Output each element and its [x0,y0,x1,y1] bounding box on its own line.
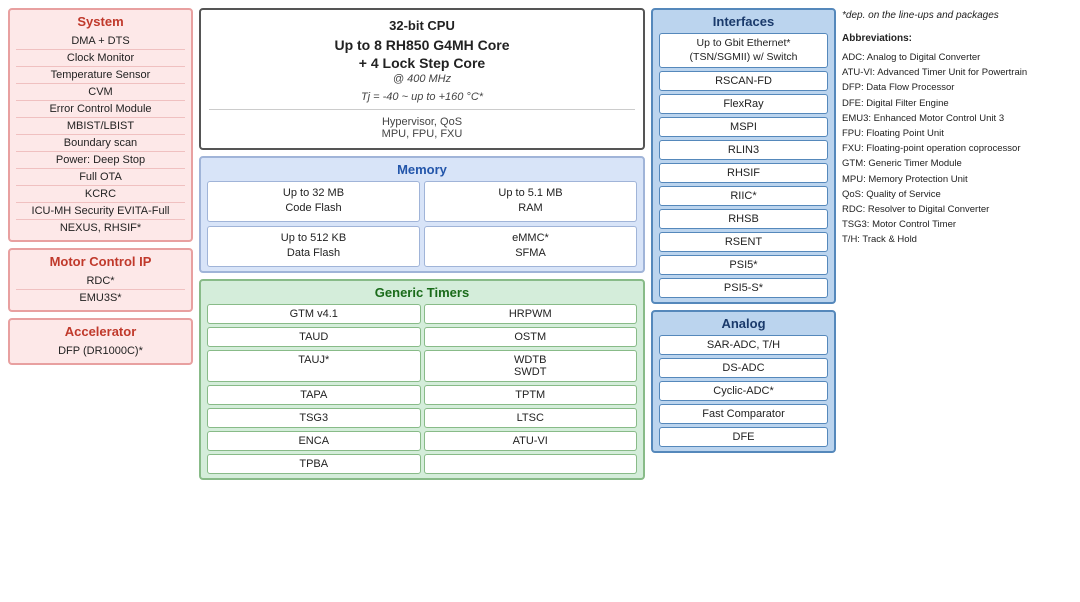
system-item-power: Power: Deep Stop [16,152,185,169]
system-title: System [16,14,185,29]
abbrev-10: RDC: Resolver to Digital Converter [842,202,1072,217]
cpu-sub3: Tj = -40 ~ up to +160 °C* [209,91,635,103]
an-comparator: Fast Comparator [659,404,828,424]
memory-title: Memory [207,162,637,177]
if-riic: RIIC* [659,186,828,206]
accel-item-dfp: DFP (DR1000C)* [16,343,185,359]
notes-column: *dep. on the line-ups and packages Abbre… [842,8,1072,480]
an-cyclic: Cyclic-ADC* [659,381,828,401]
system-item-ecm: Error Control Module [16,101,185,118]
if-mspi: MSPI [659,117,828,137]
if-rhsb: RHSB [659,209,828,229]
notes-dep: *dep. on the line-ups and packages [842,8,1072,23]
cpu-main: Up to 8 RH850 G4MH Core [209,37,635,53]
abbrev-12: T/H: Track & Hold [842,232,1072,247]
analog-box: Analog SAR-ADC, T/H DS-ADC Cyclic-ADC* F… [651,310,836,453]
abbrev-4: EMU3: Enhanced Motor Control Unit 3 [842,111,1072,126]
if-psi5s: PSI5-S* [659,278,828,298]
timers-title: Generic Timers [207,285,637,300]
timer-cell-7: TPTM [424,385,638,405]
if-psi5: PSI5* [659,255,828,275]
timer-cell-4: TAUJ* [207,350,421,382]
interfaces-title: Interfaces [659,14,828,29]
timers-grid: GTM v4.1 HRPWM TAUD OSTM TAUJ* WDTB SWDT… [207,304,637,474]
memory-box: Memory Up to 32 MB Code Flash Up to 5.1 … [199,156,645,273]
system-item-nexus: NEXUS, RHSIF* [16,220,185,236]
cpu-sub1: + 4 Lock Step Core [209,55,635,71]
abbrev-2: DFP: Data Flow Processor [842,80,1072,95]
system-item-temp: Temperature Sensor [16,67,185,84]
system-item-icu: ICU-MH Security EVITA-Full [16,203,185,220]
timer-cell-5: WDTB SWDT [424,350,638,382]
interfaces-eth: Up to Gbit Ethernet* (TSN/SGMII) w/ Swit… [659,33,828,68]
abbrev-7: GTM: Generic Timer Module [842,156,1072,171]
abbrev-5: FPU: Floating Point Unit [842,126,1072,141]
system-box: System DMA + DTS Clock Monitor Temperatu… [8,8,193,242]
cpu-sub2: @ 400 MHz [209,73,635,85]
an-dfe: DFE [659,427,828,447]
memory-grid: Up to 32 MB Code Flash Up to 5.1 MB RAM … [207,181,637,267]
timer-cell-3: OSTM [424,327,638,347]
interfaces-column: Interfaces Up to Gbit Ethernet* (TSN/SGM… [651,8,836,480]
motor-item-rdc: RDC* [16,273,185,290]
timer-cell-10: ENCA [207,431,421,451]
memory-cell-3: eMMC* SFMA [424,226,637,267]
system-item-clock: Clock Monitor [16,50,185,67]
center-column: 32-bit CPU Up to 8 RH850 G4MH Core + 4 L… [199,8,645,480]
analog-title: Analog [659,316,828,331]
cpu-title: 32-bit CPU [209,18,635,33]
timer-cell-11: ATU-VI [424,431,638,451]
cpu-box: 32-bit CPU Up to 8 RH850 G4MH Core + 4 L… [199,8,645,150]
memory-cell-2: Up to 512 KB Data Flash [207,226,420,267]
an-saradc: SAR-ADC, T/H [659,335,828,355]
memory-cell-0: Up to 32 MB Code Flash [207,181,420,222]
motor-item-emu3s: EMU3S* [16,290,185,306]
abbrev-11: TSG3: Motor Control Timer [842,217,1072,232]
if-rscan: RSCAN-FD [659,71,828,91]
timer-cell-0: GTM v4.1 [207,304,421,324]
memory-cell-1: Up to 5.1 MB RAM [424,181,637,222]
cpu-features: Hypervisor, QoS MPU, FPU, FXU [209,109,635,140]
if-rsent: RSENT [659,232,828,252]
timer-cell-12: TPBA [207,454,421,474]
timers-box: Generic Timers GTM v4.1 HRPWM TAUD OSTM … [199,279,645,480]
system-item-mbist: MBIST/LBIST [16,118,185,135]
accel-box: Accelerator DFP (DR1000C)* [8,318,193,365]
abbrev-8: MPU: Memory Protection Unit [842,172,1072,187]
if-rlin3: RLIN3 [659,140,828,160]
system-item-boundary: Boundary scan [16,135,185,152]
an-dsadc: DS-ADC [659,358,828,378]
interfaces-box: Interfaces Up to Gbit Ethernet* (TSN/SGM… [651,8,836,304]
if-rhsif: RHSIF [659,163,828,183]
timer-cell-13 [424,454,638,474]
system-item-cvm: CVM [16,84,185,101]
system-column: System DMA + DTS Clock Monitor Temperatu… [8,8,193,480]
abbrev-1: ATU-VI: Advanced Timer Unit for Powertra… [842,65,1072,80]
system-item-dma: DMA + DTS [16,33,185,50]
timer-cell-8: TSG3 [207,408,421,428]
abbrev-0: ADC: Analog to Digital Converter [842,50,1072,65]
system-item-ota: Full OTA [16,169,185,186]
abbrev-9: QoS: Quality of Service [842,187,1072,202]
notes-abbrev-list: ADC: Analog to Digital Converter ATU-VI:… [842,50,1072,247]
timer-cell-6: TAPA [207,385,421,405]
timer-cell-1: HRPWM [424,304,638,324]
timer-cell-9: LTSC [424,408,638,428]
notes-abbrev-title: Abbreviations: [842,31,1072,46]
timer-cell-2: TAUD [207,327,421,347]
abbrev-3: DFE: Digital Filter Engine [842,96,1072,111]
motor-box: Motor Control IP RDC* EMU3S* [8,248,193,312]
main-container: System DMA + DTS Clock Monitor Temperatu… [8,8,1072,480]
system-item-kcrc: KCRC [16,186,185,203]
abbrev-6: FXU: Floating-point operation coprocesso… [842,141,1072,156]
if-flexray: FlexRay [659,94,828,114]
accel-title: Accelerator [16,324,185,339]
motor-title: Motor Control IP [16,254,185,269]
